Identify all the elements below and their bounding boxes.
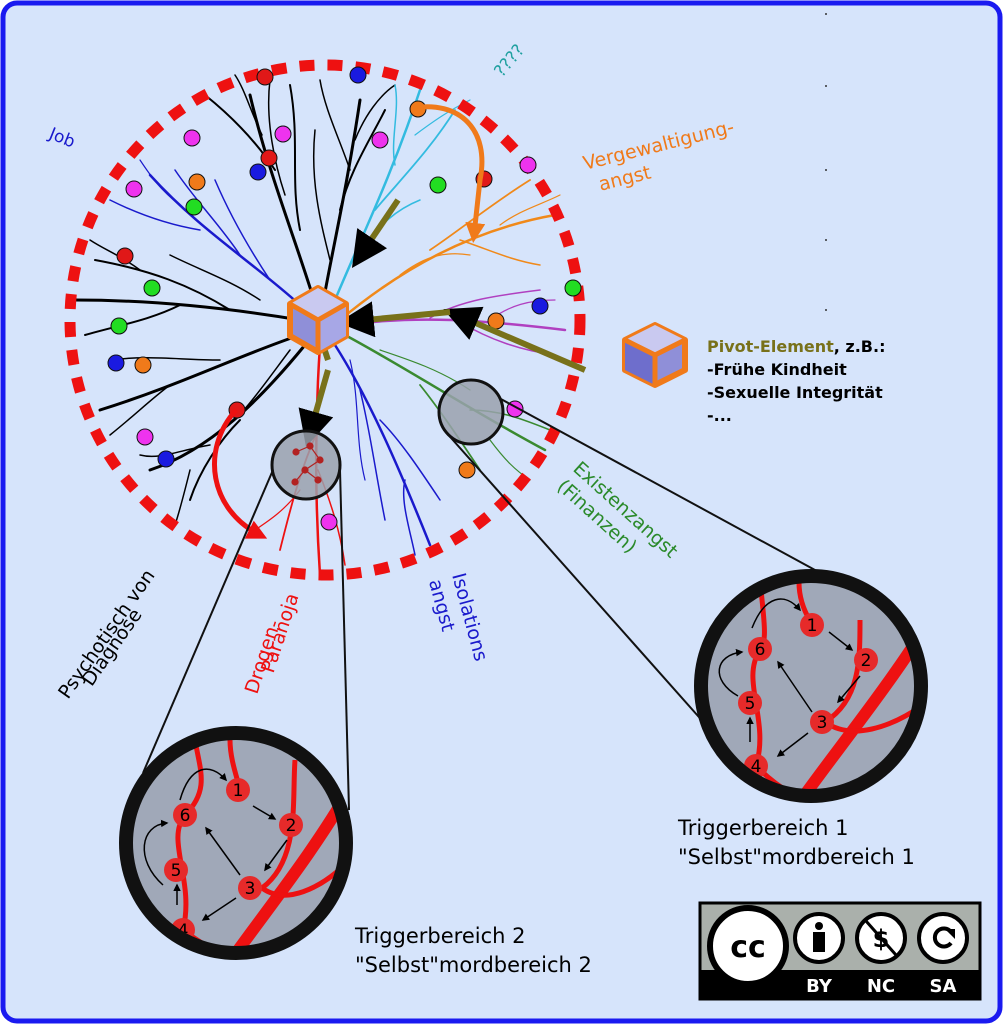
zoom-marker-2	[270, 429, 342, 501]
z2-node-6: 6	[173, 803, 197, 827]
svg-text:5: 5	[745, 694, 756, 714]
colored-dot	[519, 156, 537, 174]
nc-label: NC	[867, 976, 895, 997]
colored-dot	[320, 513, 338, 531]
z1-node-2: 2	[854, 648, 878, 672]
z2-node-5: 5	[164, 858, 188, 882]
svg-text:6: 6	[180, 806, 191, 826]
colored-dot	[110, 317, 128, 335]
diagram-canvas: 1 2 3 4 5 6 1 2 3 4 5 6 Job ???? Vergewa…	[0, 0, 1003, 1024]
svg-text:2: 2	[861, 651, 872, 671]
svg-text:5: 5	[171, 861, 182, 881]
colored-dot	[185, 198, 203, 216]
caption-suicide-2: "Selbst"mordbereich 2	[355, 953, 592, 977]
legend-item: -Frühe Kindheit	[707, 360, 847, 379]
svg-text:3: 3	[817, 713, 828, 733]
colored-dot	[188, 173, 206, 191]
z2-node-3: 3	[238, 876, 262, 900]
colored-dot	[157, 450, 175, 468]
z1-node-5: 5	[738, 691, 762, 715]
sa-label: SA	[930, 976, 957, 997]
diagram-svg: 1 2 3 4 5 6 1 2 3 4 5 6 Job ???? Vergewa…	[0, 0, 1003, 1024]
legend-item: -...	[707, 406, 732, 425]
svg-text:3: 3	[245, 879, 256, 899]
legend-pivot-cube	[622, 322, 688, 388]
z2-node-1: 1	[226, 778, 250, 802]
colored-dot	[429, 176, 447, 194]
colored-dot	[136, 428, 154, 446]
colored-dot	[274, 125, 292, 143]
colored-dot	[260, 149, 278, 167]
by-icon	[793, 912, 845, 964]
colored-dot	[249, 163, 267, 181]
colored-dot	[564, 279, 582, 297]
z2-node-2: 2	[279, 813, 303, 837]
z1-node-1: 1	[800, 613, 824, 637]
colored-dot	[349, 66, 367, 84]
colored-dot	[107, 354, 125, 372]
caption-suicide-1: "Selbst"mordbereich 1	[678, 845, 915, 869]
colored-dot	[531, 297, 549, 315]
z1-node-3: 3	[810, 710, 834, 734]
by-label: BY	[806, 976, 833, 997]
pivot-cube-center	[287, 285, 349, 355]
svg-text:2: 2	[286, 816, 297, 836]
caption-trigger-2: Triggerbereich 2	[354, 924, 526, 948]
colored-dot	[134, 356, 152, 374]
sa-icon	[917, 912, 969, 964]
cc-icon-text: cc	[730, 930, 766, 965]
legend-item: -Sexuelle Integrität	[707, 383, 883, 402]
colored-dot	[125, 180, 143, 198]
nc-icon: $	[855, 912, 907, 964]
colored-dot	[458, 461, 476, 479]
legend-title: Pivot-Element, z.B.:	[707, 337, 885, 356]
svg-text:1: 1	[233, 781, 244, 801]
caption-trigger-1: Triggerbereich 1	[677, 816, 849, 840]
colored-dot	[116, 247, 134, 265]
z1-node-6: 6	[748, 637, 772, 661]
legend-pivot-suffix: , z.B.:	[834, 337, 886, 356]
colored-dot	[143, 279, 161, 297]
colored-dot	[371, 131, 389, 149]
svg-text:6: 6	[755, 640, 766, 660]
legend-pivot-title: Pivot-Element	[707, 337, 834, 356]
colored-dot	[256, 68, 274, 86]
cc-license-badge: cc $ BY NC SA	[698, 901, 982, 1001]
colored-dot	[183, 129, 201, 147]
svg-text:1: 1	[807, 616, 818, 636]
